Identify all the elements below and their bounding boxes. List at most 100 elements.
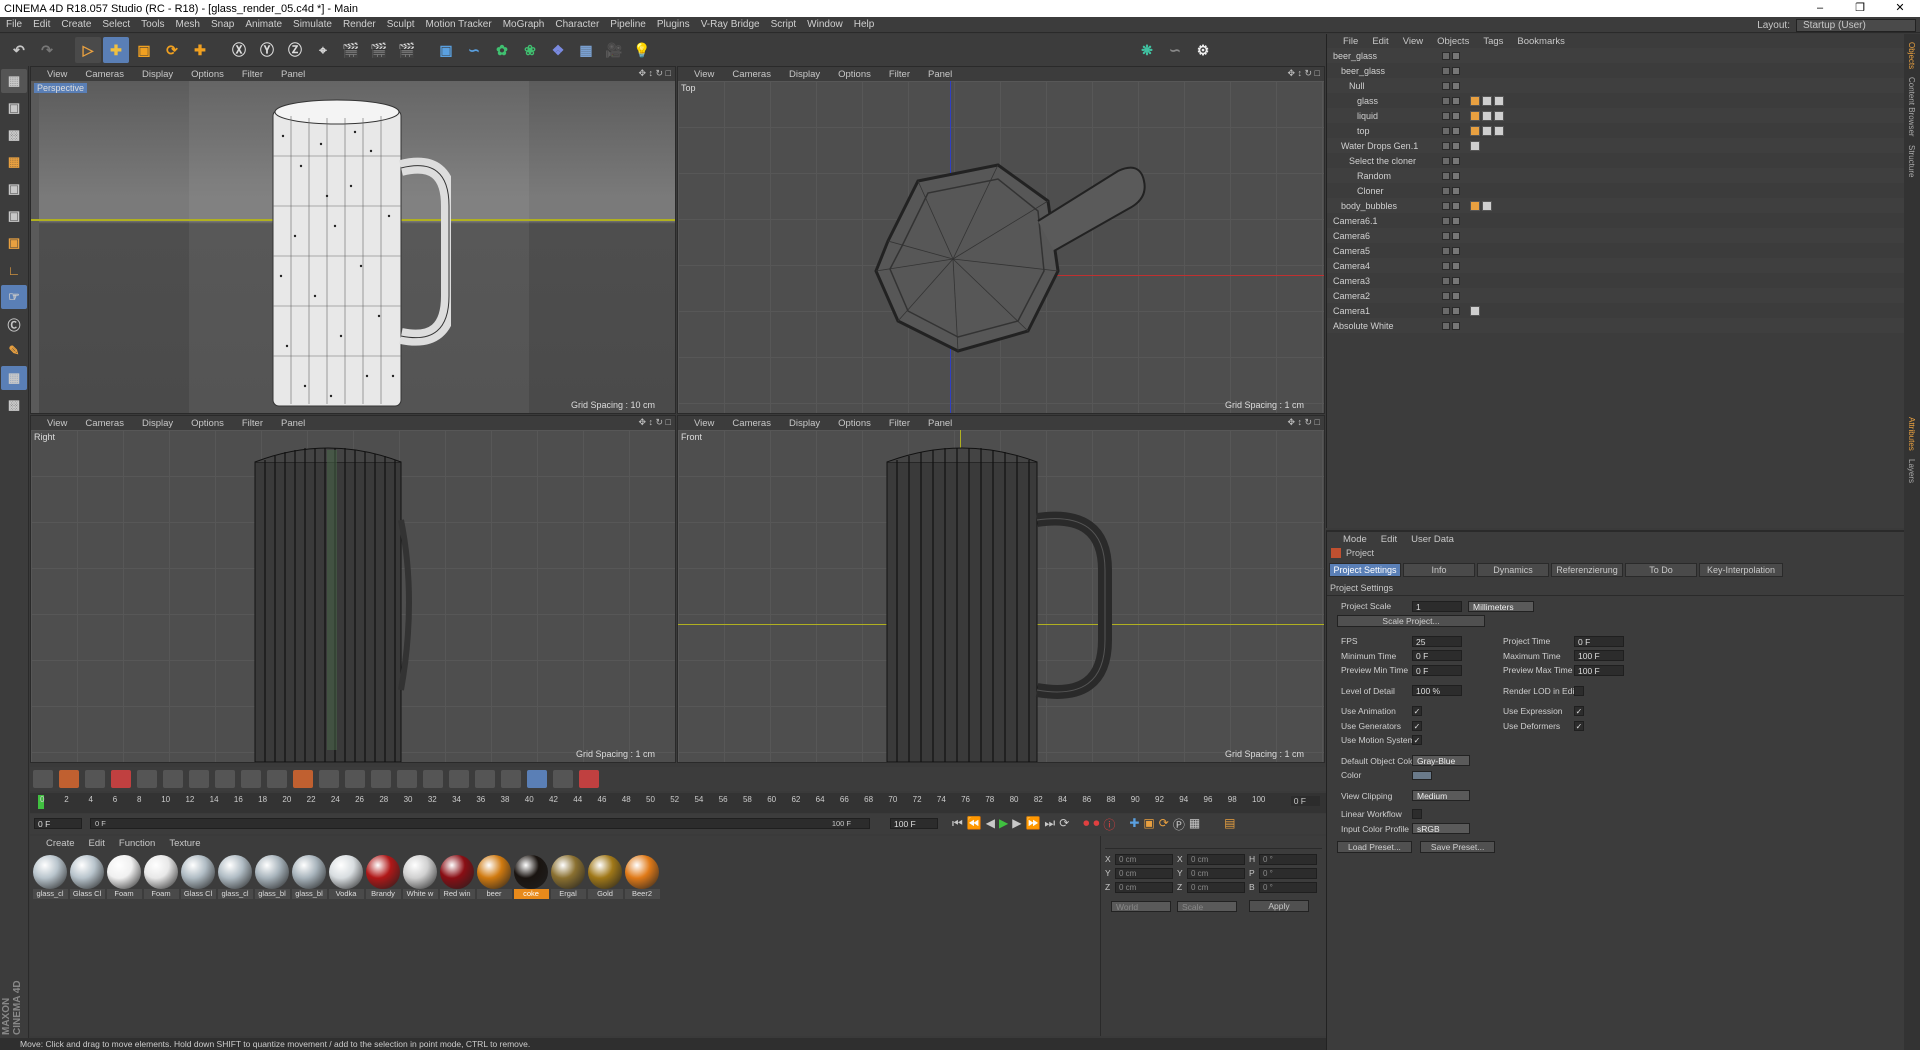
vp-menu-view[interactable]: View [47, 69, 67, 80]
menu-vray-bridge[interactable]: V-Ray Bridge [701, 19, 760, 30]
vray-graph-icon[interactable]: ∽ [1162, 37, 1188, 63]
visibility-flags[interactable] [1442, 246, 1464, 255]
position-key-icon[interactable]: ✚ [1129, 816, 1139, 833]
material-item[interactable]: glass_cl [217, 855, 253, 899]
viewport-nav-icons[interactable]: ✥ ↕ ↻ □ [638, 417, 671, 428]
vp-menu-display[interactable]: Display [142, 418, 173, 429]
tab-project-settings[interactable]: Project Settings [1329, 563, 1401, 577]
material-item[interactable]: coke [513, 855, 549, 899]
visibility-flags[interactable] [1442, 96, 1464, 105]
pla-key-icon[interactable]: ▦ [1189, 816, 1200, 833]
preview-range-slider[interactable]: 0 F 100 F [90, 818, 870, 829]
grid-icon[interactable] [163, 770, 183, 788]
object-tags[interactable] [1470, 125, 1504, 136]
visibility-flags[interactable] [1442, 141, 1464, 150]
use-expression-checkbox[interactable]: ✓ [1574, 706, 1584, 717]
extrude-icon[interactable] [267, 770, 287, 788]
menu-simulate[interactable]: Simulate [293, 19, 332, 30]
visibility-flags[interactable] [1442, 51, 1464, 60]
cube-tool-icon[interactable] [527, 770, 547, 788]
menu-script[interactable]: Script [771, 19, 797, 30]
subdivision-icon[interactable]: ✿ [489, 37, 515, 63]
object-tags[interactable] [1470, 95, 1504, 106]
top-canvas[interactable]: Top Grid Spacing : 1 cm [678, 81, 1324, 413]
object-row[interactable]: Random [1327, 168, 1904, 183]
polygons-mode-icon[interactable]: ▣ [1, 231, 27, 255]
om-menu-bookmarks[interactable]: Bookmarks [1517, 36, 1565, 47]
points-mode-icon[interactable]: ▣ [1, 177, 27, 201]
coord-mode-dropdown[interactable]: World [1111, 900, 1171, 912]
material-item[interactable]: Red win [439, 855, 475, 899]
end-frame-field[interactable]: 100 F [890, 818, 938, 829]
om-menu-edit[interactable]: Edit [1372, 36, 1388, 47]
measure-icon[interactable] [553, 770, 573, 788]
menu-edit[interactable]: Edit [33, 19, 50, 30]
rotation-key-icon[interactable]: ⟳ [1159, 816, 1169, 833]
material-item[interactable]: Brandy [365, 855, 401, 899]
menu-pipeline[interactable]: Pipeline [610, 19, 646, 30]
next-frame-icon[interactable]: ▶ [1012, 816, 1021, 833]
menu-plugins[interactable]: Plugins [657, 19, 690, 30]
object-row[interactable]: Absolute White [1327, 318, 1904, 333]
snap-tool-icon[interactable] [111, 770, 131, 788]
preview-min-field[interactable]: 0 F [1412, 664, 1462, 676]
object-row[interactable]: Cloner [1327, 183, 1904, 198]
undo-icon[interactable]: ↶ [6, 37, 32, 63]
cloner-icon[interactable]: ❀ [517, 37, 543, 63]
vp-menu-options[interactable]: Options [191, 418, 224, 429]
object-tags[interactable] [1470, 140, 1480, 151]
menu-select[interactable]: Select [102, 19, 130, 30]
attr-menu-user-data[interactable]: User Data [1411, 534, 1454, 545]
visibility-flags[interactable] [1442, 216, 1464, 225]
tab-key-interpolation[interactable]: Key-Interpolation [1699, 563, 1783, 577]
tweak-mode-icon[interactable]: ☞ [1, 285, 27, 309]
tab-dynamics[interactable]: Dynamics [1477, 563, 1549, 577]
minimize-icon[interactable]: – [1800, 0, 1840, 17]
go-to-end-icon[interactable]: ⏭ [1044, 816, 1055, 833]
object-row[interactable]: Select the cloner [1327, 153, 1904, 168]
timeline-ruler[interactable]: 0 2 4 6 8 10 12 14 16 18 20 22 24 26 28 30 32 34 36 38 40 42 4… [30, 793, 1326, 813]
side-tab-layers[interactable]: Layers [1907, 459, 1916, 483]
normal-move-icon[interactable] [423, 770, 443, 788]
vp-menu-view[interactable]: View [694, 69, 714, 80]
tab-to-do[interactable]: To Do [1625, 563, 1697, 577]
play-icon[interactable]: ▶ [999, 816, 1008, 833]
coordinate-field[interactable]: 0 cm [1115, 881, 1173, 893]
visibility-flags[interactable] [1442, 111, 1464, 120]
lod-field[interactable]: 100 % [1412, 685, 1462, 697]
object-row[interactable]: top [1327, 123, 1904, 138]
object-row[interactable]: beer_glass [1327, 63, 1904, 78]
object-row[interactable]: Null [1327, 78, 1904, 93]
vray-settings-icon[interactable]: ⚙ [1190, 37, 1216, 63]
parameter-key-icon[interactable]: Ⓟ [1173, 816, 1185, 833]
material-item[interactable]: Ergal [550, 855, 586, 899]
go-to-start-icon[interactable]: ⏮ [952, 816, 963, 833]
deformer-icon[interactable]: ❖ [545, 37, 571, 63]
attr-menu-edit[interactable]: Edit [1381, 534, 1397, 545]
object-row[interactable]: beer_glass [1327, 48, 1904, 63]
menu-animate[interactable]: Animate [245, 19, 282, 30]
layout-dropdown[interactable]: Startup (User) [1796, 18, 1916, 32]
material-item[interactable]: Foam [106, 855, 142, 899]
object-tags[interactable] [1470, 305, 1480, 316]
vp-menu-options[interactable]: Options [838, 69, 871, 80]
mirror-icon[interactable] [475, 770, 495, 788]
coordinate-system-icon[interactable]: ⌖ [310, 37, 336, 63]
front-canvas[interactable]: Front Grid Spacing : 1 cm [678, 430, 1324, 762]
bevel-icon[interactable] [189, 770, 209, 788]
menu-mesh[interactable]: Mesh [176, 19, 200, 30]
menu-snap[interactable]: Snap [211, 19, 234, 30]
model-mode-icon[interactable]: ▣ [1, 96, 27, 120]
vp-menu-filter[interactable]: Filter [242, 418, 263, 429]
input-color-dropdown[interactable]: sRGB [1412, 823, 1470, 835]
object-row[interactable]: Camera2 [1327, 288, 1904, 303]
material-item[interactable]: glass_bl [254, 855, 290, 899]
color-swatch[interactable] [1412, 770, 1432, 780]
floor-icon[interactable]: ▦ [573, 37, 599, 63]
bridge-icon[interactable] [319, 770, 339, 788]
right-canvas[interactable]: Right Grid Spacing : 1 cm [31, 430, 675, 762]
scale-project-button[interactable]: Scale Project... [1337, 614, 1485, 627]
poly-pen-icon[interactable] [449, 770, 469, 788]
object-row[interactable]: liquid [1327, 108, 1904, 123]
viewport-nav-icons[interactable]: ✥ ↕ ↻ □ [638, 68, 671, 79]
